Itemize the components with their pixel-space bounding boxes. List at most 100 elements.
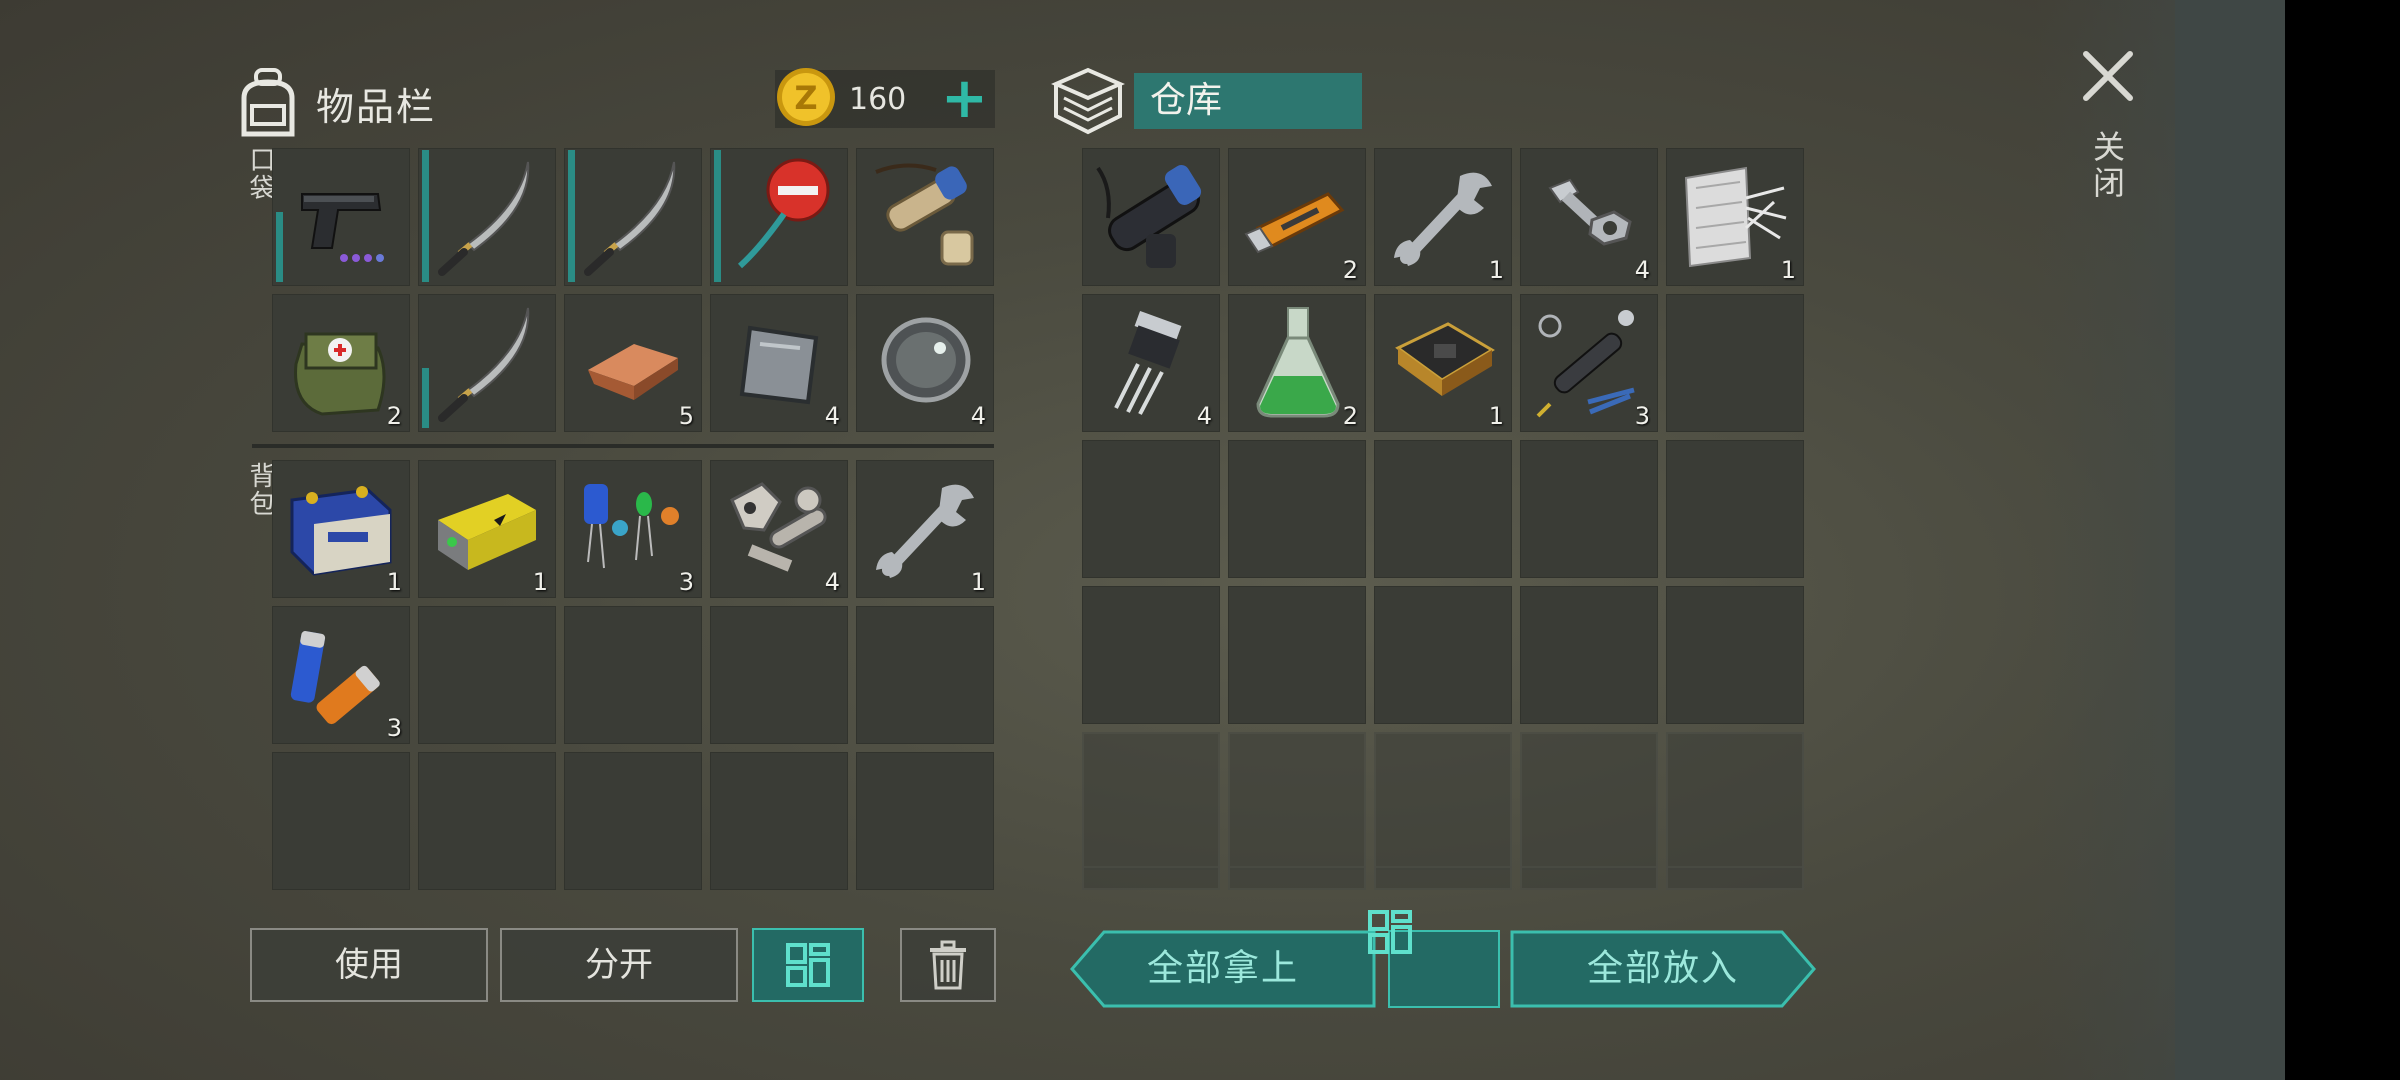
item-count: 1 <box>532 568 548 596</box>
item-count: 2 <box>1342 402 1358 430</box>
pocket-slot[interactable]: 4 <box>856 294 994 432</box>
right-edge-panel <box>2175 0 2285 1080</box>
backpack-icon <box>241 68 295 137</box>
backpack-slot[interactable]: 1 <box>418 460 556 598</box>
pocket-slot[interactable]: 2 <box>272 294 410 432</box>
capacitors-icon <box>584 484 679 569</box>
car-battery-icon <box>290 486 392 576</box>
pocket-slot[interactable] <box>564 148 702 286</box>
storage-slot-locked <box>1228 866 1366 890</box>
coin-icon: Z <box>777 68 835 126</box>
use-button[interactable]: 使用 <box>250 928 488 1002</box>
close-icon[interactable] <box>2080 48 2136 104</box>
backpack-slot[interactable] <box>418 752 556 890</box>
backpack-slot[interactable]: 1 <box>856 460 994 598</box>
item-count: 3 <box>386 714 402 742</box>
backpack-slot[interactable] <box>564 752 702 890</box>
backpack-slot[interactable]: 4 <box>710 460 848 598</box>
engine-parts-icon <box>730 482 827 572</box>
pocket-slot[interactable]: 5 <box>564 294 702 432</box>
sort-grid-icon <box>786 943 830 987</box>
backpack-slot[interactable]: 3 <box>564 460 702 598</box>
sort-inventory-button[interactable] <box>752 928 864 1002</box>
coin-value: 160 <box>849 81 907 117</box>
item-count: 3 <box>1634 402 1650 430</box>
storage-slot[interactable]: 4 <box>1082 294 1220 432</box>
storage-grid-overflow <box>1082 866 1804 890</box>
item-count: 4 <box>1634 256 1650 284</box>
storage-slot[interactable] <box>1374 586 1512 724</box>
lens-icon <box>881 317 971 403</box>
backpack-slot[interactable] <box>856 606 994 744</box>
storage-slot[interactable]: 4 <box>1520 148 1658 286</box>
backpack-slot[interactable] <box>710 606 848 744</box>
storage-slot-locked <box>1082 866 1220 890</box>
add-coins-button[interactable]: + <box>941 71 988 127</box>
backpack-slot[interactable]: 3 <box>272 606 410 744</box>
pocket-slot[interactable] <box>418 294 556 432</box>
batteries-icon <box>290 631 380 725</box>
item-count: 2 <box>386 402 402 430</box>
scope-pouch-icon <box>875 163 974 266</box>
close-label[interactable]: 关闭 <box>2086 130 2130 202</box>
put-all-button[interactable]: 全部放入 <box>1510 930 1816 1008</box>
storage-slot-locked <box>1228 732 1366 870</box>
storage-slot-locked <box>1082 732 1220 870</box>
backpack-slot[interactable] <box>418 606 556 744</box>
svg-text:Z: Z <box>794 79 817 117</box>
split-button[interactable]: 分开 <box>500 928 738 1002</box>
sort-storage-button[interactable] <box>1368 910 1500 1008</box>
storage-slot[interactable] <box>1082 586 1220 724</box>
item-count: 1 <box>970 568 986 596</box>
take-all-button[interactable]: 全部拿上 <box>1070 930 1376 1008</box>
storage-slot-locked <box>1666 866 1804 890</box>
storage-slot[interactable]: 1 <box>1374 294 1512 432</box>
coin-counter: Z 160 + <box>775 68 995 128</box>
storage-title[interactable]: 仓库 <box>1134 73 1362 129</box>
storage-box-icon <box>1051 67 1125 135</box>
discard-button[interactable] <box>900 928 996 1002</box>
medkit-bag-icon <box>294 332 386 416</box>
katana-icon <box>438 307 530 422</box>
storage-slot[interactable] <box>1666 586 1804 724</box>
storage-slot[interactable]: 3 <box>1520 294 1658 432</box>
storage-slot[interactable] <box>1082 148 1220 286</box>
pocket-slot[interactable]: 4 <box>710 294 848 432</box>
storage-slot[interactable] <box>1228 586 1366 724</box>
storage-slot[interactable] <box>1082 440 1220 578</box>
copper-ingot-icon <box>588 344 678 400</box>
scope-icon <box>1096 165 1202 268</box>
storage-slot[interactable] <box>1520 440 1658 578</box>
storage-slot[interactable]: 2 <box>1228 294 1366 432</box>
storage-slot[interactable] <box>1228 440 1366 578</box>
backpack-grid: 1 1 3 4 1 3 <box>272 460 994 890</box>
storage-slot[interactable]: 1 <box>1666 148 1804 286</box>
pocket-slot[interactable] <box>710 148 848 286</box>
storage-slot[interactable] <box>1666 440 1804 578</box>
pocket-slot[interactable] <box>272 148 410 286</box>
storage-slot-locked <box>1520 732 1658 870</box>
storage-slot[interactable] <box>1374 440 1512 578</box>
storage-slot[interactable] <box>1666 294 1804 432</box>
section-divider <box>252 444 994 448</box>
backpack-slot[interactable] <box>272 752 410 890</box>
storage-grid: 2 1 4 1 4 2 1 3 <box>1082 148 1804 870</box>
item-count: 1 <box>386 568 402 596</box>
backpack-slot[interactable] <box>564 606 702 744</box>
pocket-slot[interactable] <box>856 148 994 286</box>
backpack-slot[interactable] <box>710 752 848 890</box>
pocket-slot[interactable] <box>418 148 556 286</box>
backpack-slot[interactable]: 1 <box>272 460 410 598</box>
item-count: 1 <box>1488 256 1504 284</box>
storage-slot[interactable]: 1 <box>1374 148 1512 286</box>
inventory-title: 物品栏 <box>316 84 437 129</box>
sort-grid-icon <box>1368 910 1412 954</box>
storage-slot[interactable] <box>1520 586 1658 724</box>
storage-slot[interactable]: 2 <box>1228 148 1366 286</box>
pocket-grid: 2 5 4 4 <box>272 148 994 432</box>
backpack-slot[interactable] <box>856 752 994 890</box>
item-count: 5 <box>678 402 694 430</box>
fiberglass-icon <box>1684 166 1787 268</box>
item-count: 1 <box>1780 256 1796 284</box>
bolts-icon <box>1548 178 1632 246</box>
